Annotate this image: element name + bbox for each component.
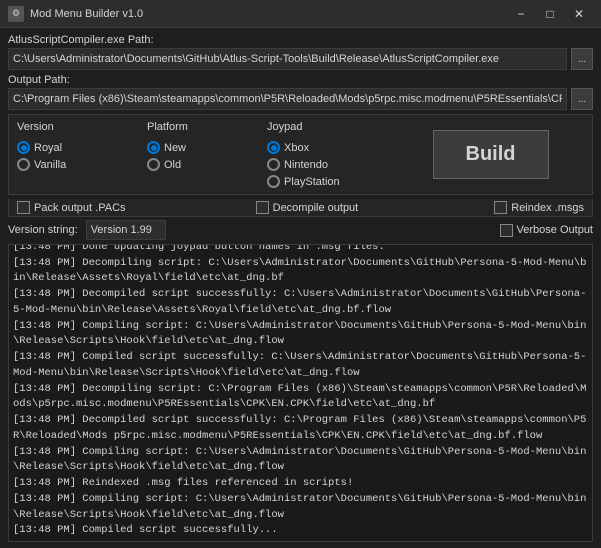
- build-area: Build: [397, 121, 584, 188]
- compiler-path-browse-button[interactable]: ...: [571, 48, 593, 70]
- output-path-row: ...: [8, 88, 593, 110]
- new-radio[interactable]: New: [147, 141, 267, 154]
- decompile-checkbox[interactable]: Decompile output: [256, 201, 495, 214]
- reindex-area: Reindex .msgs: [494, 201, 584, 214]
- pack-output-label: Pack output .PACs: [34, 202, 126, 214]
- decompile-label: Decompile output: [273, 202, 359, 214]
- log-line: [13:48 PM] Reindexed .msg files referenc…: [13, 476, 588, 492]
- output-path-group: Output Path: ...: [8, 74, 593, 110]
- compiler-path-group: AtlusScriptCompiler.exe Path: ...: [8, 34, 593, 70]
- log-line: [13:48 PM] Decompiled script successfull…: [13, 287, 588, 319]
- new-radio-btn: [147, 141, 160, 154]
- compiler-path-label: AtlusScriptCompiler.exe Path:: [8, 34, 593, 46]
- joypad-title: Joypad: [267, 121, 397, 133]
- royal-radio-btn: [17, 141, 30, 154]
- compiler-path-row: ...: [8, 48, 593, 70]
- log-line: [13:48 PM] Compiling script: C:\Users\Ad…: [13, 319, 588, 351]
- reindex-label: Reindex .msgs: [511, 202, 584, 214]
- joypad-group: Joypad Xbox Nintendo PlayStation: [267, 121, 397, 188]
- vanilla-radio-btn: [17, 158, 30, 171]
- royal-radio[interactable]: Royal: [17, 141, 147, 154]
- log-line: [13:48 PM] Compiling script: C:\Users\Ad…: [13, 492, 588, 524]
- pack-output-area: Pack output .PACs: [17, 201, 256, 214]
- output-path-input[interactable]: [8, 88, 567, 110]
- log-line: [13:48 PM] Compiled script successfully:…: [13, 350, 588, 382]
- maximize-button[interactable]: □: [536, 0, 564, 28]
- log-area[interactable]: [13:48 PM] Unpacked .PAC: C:\Users\Admin…: [8, 244, 593, 542]
- pack-output-checkbox[interactable]: Pack output .PACs: [17, 201, 256, 214]
- vanilla-radio[interactable]: Vanilla: [17, 158, 147, 171]
- old-radio[interactable]: Old: [147, 158, 267, 171]
- nintendo-radio-btn: [267, 158, 280, 171]
- pack-output-box: [17, 201, 30, 214]
- app-icon: ⚙: [8, 6, 24, 22]
- log-line: [13:48 PM] Decompiling script: C:\Progra…: [13, 382, 588, 414]
- version-title: Version: [17, 121, 147, 133]
- xbox-label: Xbox: [284, 142, 309, 154]
- window-controls: − □ ✕: [507, 0, 593, 28]
- decompile-box: [256, 201, 269, 214]
- nintendo-radio[interactable]: Nintendo: [267, 158, 397, 171]
- royal-label: Royal: [34, 142, 62, 154]
- log-line: [13:48 PM] Decompiled script successfull…: [13, 413, 588, 445]
- title-bar-title: Mod Menu Builder v1.0: [30, 8, 507, 20]
- vanilla-label: Vanilla: [34, 159, 66, 171]
- checkboxes-row: Pack output .PACs Decompile output Reind…: [8, 199, 593, 217]
- version-string-row: Version string: Verbose Output: [8, 220, 593, 240]
- build-button[interactable]: Build: [433, 130, 549, 179]
- verbose-label: Verbose Output: [517, 224, 593, 236]
- new-label: New: [164, 142, 186, 154]
- output-path-browse-button[interactable]: ...: [571, 88, 593, 110]
- nintendo-label: Nintendo: [284, 159, 328, 171]
- reindex-checkbox[interactable]: Reindex .msgs: [494, 201, 584, 214]
- log-line: [13:48 PM] Compiling script: C:\Users\Ad…: [13, 445, 588, 477]
- main-content: AtlusScriptCompiler.exe Path: ... Output…: [0, 28, 601, 548]
- version-string-input[interactable]: [86, 220, 166, 240]
- output-path-label: Output Path:: [8, 74, 593, 86]
- xbox-radio-btn: [267, 141, 280, 154]
- playstation-radio[interactable]: PlayStation: [267, 175, 397, 188]
- decompile-area: Decompile output: [256, 201, 495, 214]
- close-button[interactable]: ✕: [565, 0, 593, 28]
- playstation-label: PlayStation: [284, 176, 340, 188]
- reindex-box: [494, 201, 507, 214]
- compiler-path-input[interactable]: [8, 48, 567, 70]
- verbose-checkbox[interactable]: Verbose Output: [500, 224, 593, 237]
- version-string-label: Version string:: [8, 224, 78, 236]
- log-line: [13:48 PM] Compiled script successfully.…: [13, 523, 588, 539]
- log-line: [13:48 PM] Done updating joypad button n…: [13, 244, 588, 256]
- title-bar: ⚙ Mod Menu Builder v1.0 − □ ✕: [0, 0, 601, 28]
- log-line: [13:48 PM] Decompiling script: C:\Users\…: [13, 256, 588, 288]
- verbose-box: [500, 224, 513, 237]
- old-label: Old: [164, 159, 181, 171]
- options-panel: Version Royal Vanilla Platform New Old: [8, 114, 593, 195]
- playstation-radio-btn: [267, 175, 280, 188]
- platform-group: Platform New Old: [147, 121, 267, 188]
- version-group: Version Royal Vanilla: [17, 121, 147, 188]
- platform-title: Platform: [147, 121, 267, 133]
- old-radio-btn: [147, 158, 160, 171]
- minimize-button[interactable]: −: [507, 0, 535, 28]
- xbox-radio[interactable]: Xbox: [267, 141, 397, 154]
